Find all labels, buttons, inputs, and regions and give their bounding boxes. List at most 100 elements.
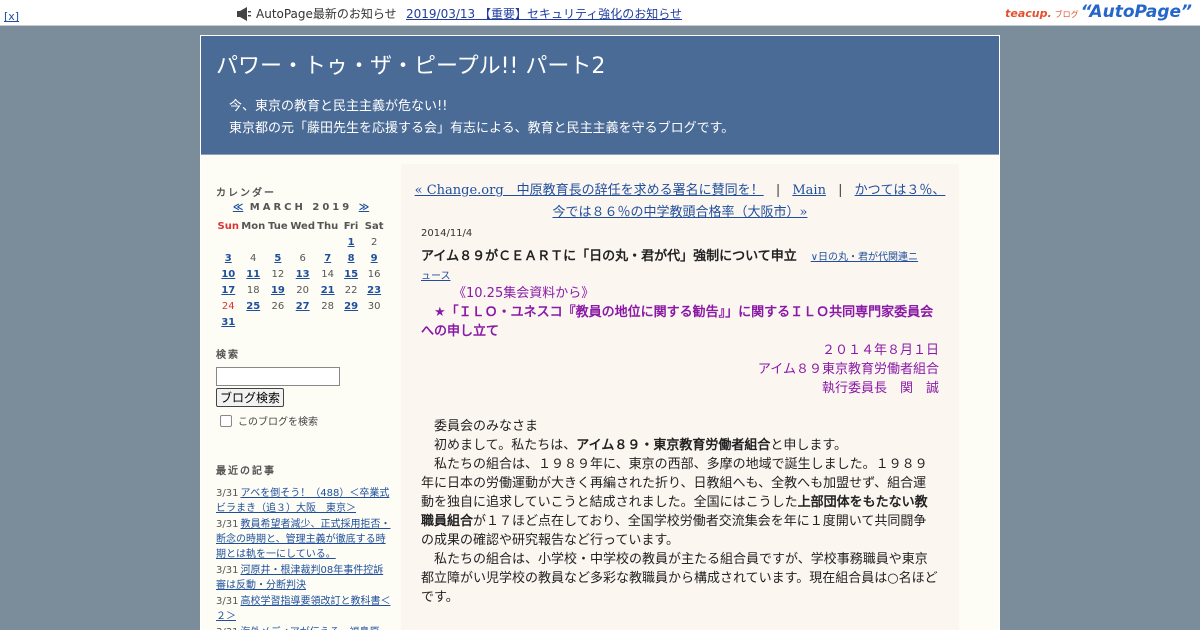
recent-post-link[interactable]: 河原井・根津裁判08年事件控訴審は反動・分断判決 xyxy=(216,565,383,591)
recent-post-date: 3/31 xyxy=(216,519,239,530)
calendar-day[interactable]: 17 xyxy=(216,282,241,298)
next-post-link-line2[interactable]: 今では８６％の中学教頭合格率（大阪市）» xyxy=(553,205,808,220)
recent-post-item: 3/31 アベを倒そう！（488）＜卒業式ビラまき（追３）大阪 東京＞ xyxy=(216,486,391,516)
calendar-day[interactable]: 10 xyxy=(216,266,241,282)
blog-logo-text: ブログ xyxy=(1054,10,1079,19)
calendar-day-link[interactable]: 1 xyxy=(348,237,355,248)
calendar-day xyxy=(315,234,339,250)
calendar: ≪ MARCH 2019 ≫ Sun Mon Tue Wed Thu Fri Sat 123… xyxy=(216,202,386,330)
post-body: 《10.25集会資料から》 ★「ＩＬＯ・ユネスコ『教員の地位に関する勧告』」に関… xyxy=(421,284,939,607)
calendar-day-link[interactable]: 5 xyxy=(274,253,281,264)
recent-posts-heading: 最近の記事 xyxy=(216,466,276,477)
calendar-day-link[interactable]: 27 xyxy=(296,301,310,312)
recent-post-item: 3/31 河原井・根津裁判08年事件控訴審は反動・分断判決 xyxy=(216,563,391,593)
paragraph-text: と申します。 xyxy=(770,438,848,453)
post-title-text: アイム８９がＣＥＡＲＴに「日の丸・君が代」強制について申立 xyxy=(421,249,797,264)
recent-post-link[interactable]: アベを倒そう！（488）＜卒業式ビラまき（追３）大阪 東京＞ xyxy=(216,488,389,514)
recent-post-item: 3/31 高校学習指導要領改訂と教科書＜２＞ xyxy=(216,594,391,624)
recent-post-item: 3/31海外メディアが伝える、福島原 xyxy=(216,625,391,630)
calendar-day: 30 xyxy=(367,300,381,312)
megaphone-icon xyxy=(237,6,251,21)
calendar-day-link[interactable]: 15 xyxy=(344,269,358,280)
calendar-day[interactable]: 13 xyxy=(290,266,316,282)
blog-description-line: 今、東京の教育と民主主義が危ない!! xyxy=(229,99,448,114)
calendar-day-link[interactable]: 21 xyxy=(321,285,335,296)
calendar-day: 18 xyxy=(246,284,260,296)
calendar-day: 4 xyxy=(250,252,257,264)
calendar-day: 26 xyxy=(271,300,285,312)
calendar-day[interactable]: 9 xyxy=(362,250,386,266)
calendar-day-link[interactable]: 7 xyxy=(324,253,331,264)
calendar-day[interactable]: 8 xyxy=(340,250,362,266)
previous-post-link[interactable]: « Change.org 中原教育長の辞任を求める署名に賛同を！ xyxy=(415,183,764,198)
calendar-day: 12 xyxy=(271,268,285,280)
calendar-day-link[interactable]: 13 xyxy=(296,269,310,280)
notice-text: AutoPage最新のお知らせ xyxy=(256,7,397,21)
notice-label: AutoPage最新のお知らせ xyxy=(236,5,397,22)
calendar-day[interactable]: 1 xyxy=(340,234,362,250)
search-scope-label: このブログを検索 xyxy=(238,417,318,428)
calendar-day[interactable]: 27 xyxy=(290,298,316,314)
calendar-day-link[interactable]: 10 xyxy=(221,269,235,280)
post-date: 2014/11/4 xyxy=(421,228,473,239)
calendar-day[interactable]: 5 xyxy=(266,250,290,266)
calendar-day-link[interactable]: 3 xyxy=(225,253,232,264)
main-content: « Change.org 中原教育長の辞任を求める署名に賛同を！ | Main … xyxy=(401,164,959,630)
blog-title[interactable]: パワー・トゥ・ザ・ピープル!! パート2 xyxy=(216,48,605,80)
calendar-day xyxy=(241,314,266,330)
blog-banner: パワー・トゥ・ザ・ピープル!! パート2 今、東京の教育と民主主義が危ない!! … xyxy=(201,36,999,155)
calendar-day-link[interactable]: 29 xyxy=(344,301,358,312)
post-navigation: « Change.org 中原教育長の辞任を求める署名に賛同を！ | Main … xyxy=(401,180,959,224)
signature-name: 執行委員長 関 誠 xyxy=(821,381,939,396)
calendar-day[interactable]: 31 xyxy=(216,314,241,330)
calendar-day-link[interactable]: 17 xyxy=(221,285,235,296)
calendar-day[interactable]: 3 xyxy=(216,250,241,266)
paragraph-text: が１７ほど点在しており、全国学校労働者交流集会を年に１度開いて共同闘争の成果の確… xyxy=(421,514,927,548)
blog-search-button[interactable]: ブログ検索 xyxy=(216,388,285,407)
next-post-link[interactable]: かつては３％、 xyxy=(855,183,946,198)
post-category-link[interactable]: ∨日の丸・君が代関連ニ xyxy=(811,252,918,263)
calendar-weekday: Fri xyxy=(343,220,359,232)
calendar-day[interactable]: 11 xyxy=(241,266,266,282)
calendar-day xyxy=(266,234,290,250)
calendar-day[interactable]: 7 xyxy=(315,250,339,266)
search-scope-checkbox[interactable] xyxy=(220,414,232,427)
autopage-logo-text: “AutoPage” xyxy=(1080,2,1192,22)
search-scope-option[interactable]: このブログを検索 xyxy=(216,413,391,428)
calendar-day xyxy=(290,314,316,330)
post-headline: ★「ＩＬＯ・ユネスコ『教員の地位に関する勧告』」に関するＩＬＯ共同専門家委員会へ… xyxy=(421,305,934,339)
calendar-day[interactable]: 19 xyxy=(266,282,290,298)
paragraph: 私たちの組合は、１９８９年に、東京の西部、多摩の地域で誕生しました。１９８９年に… xyxy=(421,455,939,550)
calendar-day[interactable]: 25 xyxy=(241,298,266,314)
calendar-day[interactable]: 15 xyxy=(340,266,362,282)
search-input[interactable] xyxy=(216,367,340,386)
recent-posts-list: 3/31 アベを倒そう！（488）＜卒業式ビラまき（追３）大阪 東京＞ 3/31 教員… xyxy=(216,486,391,630)
close-notice-link[interactable]: [x] xyxy=(4,10,19,23)
post-category-link-cont[interactable]: ュース xyxy=(421,271,451,282)
calendar-day xyxy=(340,314,362,330)
calendar-table: Sun Mon Tue Wed Thu Fri Sat 1 2 3 4 5 6 7 8 9 10 11 12 13 1… xyxy=(216,218,386,330)
calendar-weekday: Tue xyxy=(268,220,288,232)
calendar-weekday: Mon xyxy=(241,220,266,232)
paragraph-text: 初めまして。私たちは、 xyxy=(434,438,577,453)
calendar-day-link[interactable]: 31 xyxy=(221,317,235,328)
calendar-day-link[interactable]: 19 xyxy=(271,285,285,296)
calendar-day-link[interactable]: 23 xyxy=(367,285,381,296)
recent-post-link[interactable]: 教員希望者減少、正式採用拒否・断念の時期と、管理主義が徹底する時期とは軌を一にし… xyxy=(216,519,390,560)
recent-post-item: 3/31 教員希望者減少、正式採用拒否・断念の時期と、管理主義が徹底する時期とは軌… xyxy=(216,517,391,562)
calendar-day xyxy=(216,234,241,250)
security-notice-link[interactable]: 2019/03/13 【重要】セキュリティ強化のお知らせ xyxy=(406,5,682,22)
calendar-next-link[interactable]: ≫ xyxy=(359,202,369,213)
calendar-day[interactable]: 23 xyxy=(362,282,386,298)
calendar-day[interactable]: 21 xyxy=(315,282,339,298)
autopage-logo[interactable]: teacup. ブログ “AutoPage” xyxy=(1005,2,1192,22)
calendar-day[interactable]: 29 xyxy=(340,298,362,314)
calendar-day: 22 xyxy=(344,284,358,296)
calendar-day-link[interactable]: 8 xyxy=(348,253,355,264)
recent-post-link[interactable]: 高校学習指導要領改訂と教科書＜２＞ xyxy=(216,596,390,622)
calendar-day-link[interactable]: 11 xyxy=(246,269,260,280)
calendar-prev-link[interactable]: ≪ xyxy=(233,202,243,213)
calendar-day-link[interactable]: 9 xyxy=(371,253,378,264)
main-link[interactable]: Main xyxy=(792,183,826,198)
calendar-day-link[interactable]: 25 xyxy=(246,301,260,312)
